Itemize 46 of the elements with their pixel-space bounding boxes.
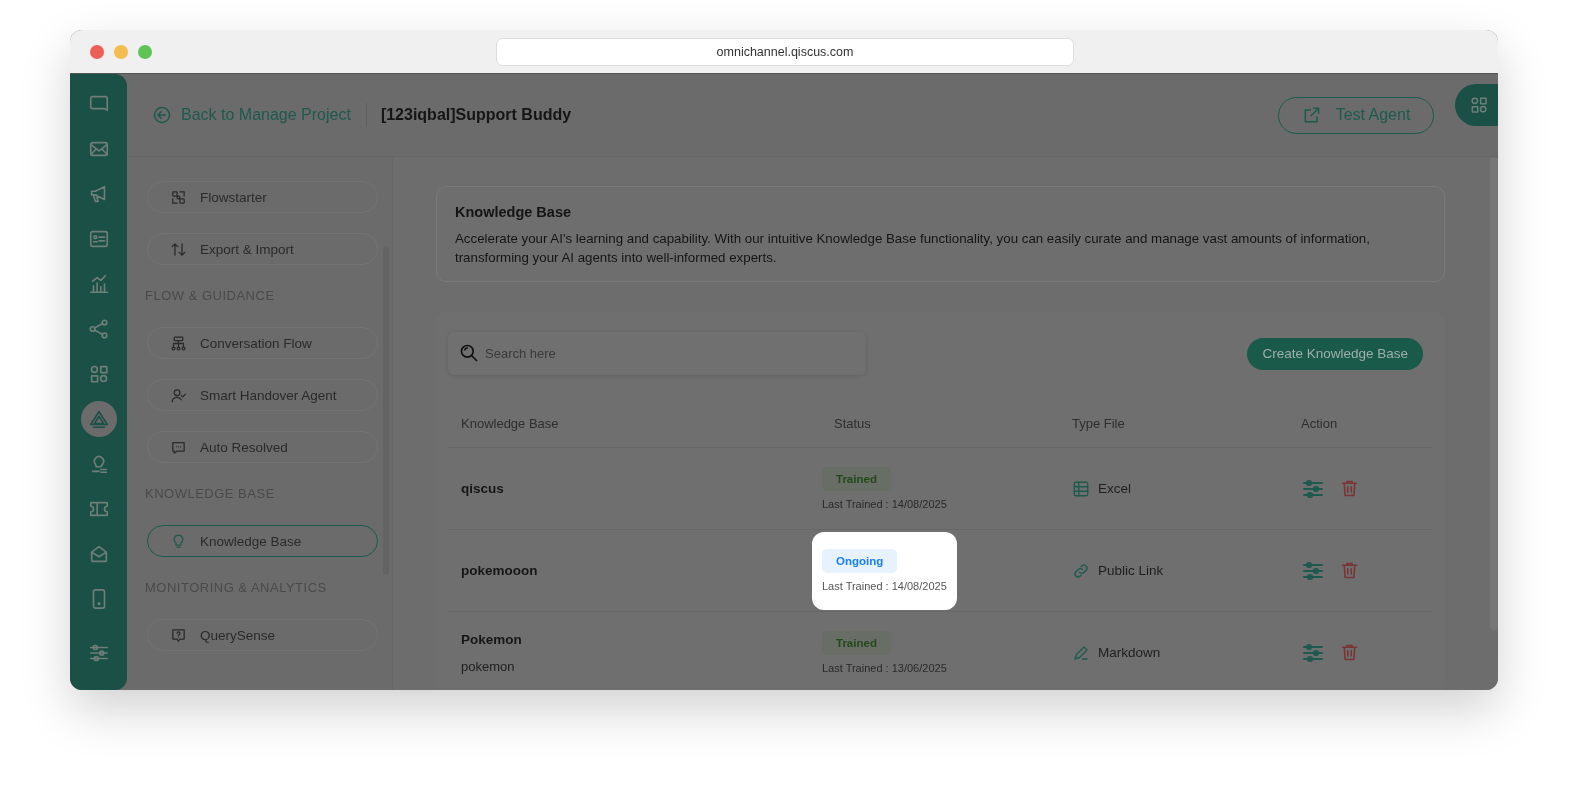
search-icon <box>459 343 479 363</box>
close-dot[interactable] <box>90 44 104 59</box>
last-trained-text: Last Trained : 14/08/2025 <box>822 498 947 510</box>
question-bubble-icon <box>170 626 187 644</box>
scrollbar-thumb[interactable] <box>1490 157 1498 630</box>
swap-arrows-icon <box>170 240 187 258</box>
status-badge: Trained <box>822 467 891 491</box>
card-description: Accelerate your AI's learning and capability. With our intuitive Knowledge Base functionality, you can easily curate and manage vast amounts of information, transforming your AI agents into well-informed experts. <box>455 230 1371 267</box>
maximize-dot[interactable] <box>138 44 152 59</box>
create-button[interactable]: Create Knowledge Base <box>1247 337 1423 370</box>
grid-icon <box>1468 95 1489 115</box>
table-icon <box>1072 479 1090 498</box>
row-subtitle: pokemon <box>461 658 516 674</box>
type-label: Markdown <box>1098 645 1161 660</box>
user-check-icon <box>170 386 187 404</box>
card-title: Knowledge Base <box>455 204 573 220</box>
column-header: Action <box>1300 415 1339 431</box>
address-bar[interactable]: omnichannel.qiscus.com <box>496 38 1074 66</box>
delete-button[interactable] <box>1339 478 1360 499</box>
project-title: [123iqbal]Support Buddy <box>380 106 572 124</box>
last-trained-text: Last Trained : 14/08/2025 <box>822 580 947 592</box>
delete-button[interactable] <box>1339 560 1360 581</box>
row-title: pokemooon <box>461 563 539 578</box>
status-badge: Ongoing <box>822 549 898 573</box>
row-title: qiscus <box>461 481 505 496</box>
last-trained-text: Last Trained : 13/06/2025 <box>822 662 947 674</box>
column-header: Knowledge Base <box>460 415 560 431</box>
type-label: Public Link <box>1098 563 1164 578</box>
minimize-dot[interactable] <box>114 44 128 59</box>
link-icon <box>1072 561 1090 580</box>
apps-button[interactable] <box>1455 84 1498 126</box>
share-icon <box>87 318 110 340</box>
column-header: Status <box>833 415 872 431</box>
sliders-icon <box>87 642 110 664</box>
rail-item[interactable] <box>80 401 117 437</box>
bar-chart-icon <box>87 273 110 295</box>
back-link[interactable]: Back to Manage Project <box>152 105 351 125</box>
status-badge: Trained <box>822 631 891 655</box>
flow-icon <box>170 188 187 206</box>
triangle-logo-icon <box>87 408 110 430</box>
delete-button[interactable] <box>1339 642 1360 663</box>
type-label: Excel <box>1098 481 1131 496</box>
tree-icon <box>170 334 187 352</box>
column-header: Type File <box>1071 415 1126 431</box>
id-card-icon <box>87 228 110 250</box>
row-title: Pokemon <box>461 631 523 647</box>
